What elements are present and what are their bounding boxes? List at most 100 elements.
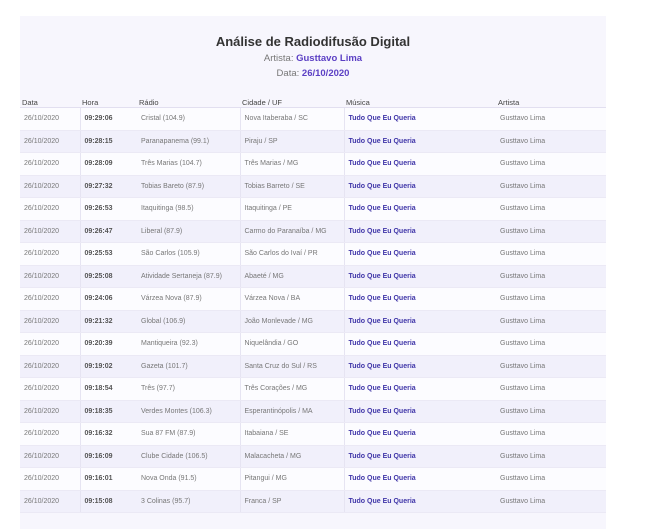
cell-radio: Sua 87 FM (87.9)	[137, 422, 241, 446]
cell-cidade: Nova Itaberaba / SC	[240, 107, 345, 131]
table-row: 26/10/2020 09:15:08 3 Colinas (95.7) Franca…	[20, 490, 606, 513]
cell-data: 26/10/2020	[20, 197, 81, 221]
cell-data: 26/10/2020	[20, 355, 81, 378]
cell-cidade: Santa Cruz do Sul / RS	[240, 355, 345, 378]
cell-cidade: Niquelândia / GO	[240, 332, 345, 356]
cell-radio: Gazeta (101.7)	[137, 355, 241, 378]
table-row: 26/10/2020 09:25:53 São Carlos (105.9) São …	[20, 242, 606, 266]
cell-artista: Gusttavo Lima	[496, 310, 606, 333]
cell-radio: Tobias Bareto (87.9)	[137, 175, 241, 198]
cell-hora: 09:28:09	[80, 152, 137, 176]
cell-musica: Tudo Que Eu Queria	[344, 287, 496, 311]
cell-musica: Tudo Que Eu Queria	[344, 107, 496, 131]
cell-radio: Mantiqueira (92.3)	[137, 332, 241, 356]
column-header-data: Data	[20, 97, 80, 108]
cell-data: 26/10/2020	[20, 265, 81, 288]
cell-radio: Três Marias (104.7)	[137, 152, 241, 176]
cell-cidade: São Carlos do Ivaí / PR	[240, 242, 345, 266]
cell-data: 26/10/2020	[20, 220, 81, 243]
cell-artista: Gusttavo Lima	[496, 377, 606, 401]
table-row: 26/10/2020 09:24:06 Várzea Nova (87.9) Várz…	[20, 287, 606, 311]
cell-data: 26/10/2020	[20, 400, 81, 423]
cell-cidade: Franca / SP	[240, 490, 345, 513]
cell-artista: Gusttavo Lima	[496, 107, 606, 131]
cell-artista: Gusttavo Lima	[496, 242, 606, 266]
cell-artista: Gusttavo Lima	[496, 467, 606, 491]
cell-radio: Várzea Nova (87.9)	[137, 287, 241, 311]
cell-musica: Tudo Que Eu Queria	[344, 175, 496, 198]
cell-cidade: Itaquitinga / PE	[240, 197, 345, 221]
date-value: 26/10/2020	[301, 68, 350, 79]
cell-cidade: Piraju / SP	[240, 130, 345, 153]
table-row: 26/10/2020 09:16:01 Nova Onda (91.5) Pitang…	[20, 467, 606, 491]
artist-label: Artista:	[263, 53, 294, 64]
cell-hora: 09:16:32	[80, 422, 137, 446]
cell-artista: Gusttavo Lima	[496, 287, 606, 311]
cell-hora: 09:20:39	[80, 332, 137, 356]
cell-artista: Gusttavo Lima	[496, 355, 606, 378]
table-row: 26/10/2020 09:18:54 Três (97.7) Três Coraçõ…	[20, 377, 606, 401]
table-row: 26/10/2020 09:29:06 Cristal (104.9) Nova It…	[20, 107, 606, 131]
table-row: 26/10/2020 09:16:09 Clube Cidade (106.5) Ma…	[20, 445, 606, 468]
cell-cidade: Esperantinópolis / MA	[240, 400, 345, 423]
cell-cidade: Malacacheta / MG	[240, 445, 345, 468]
cell-artista: Gusttavo Lima	[496, 445, 606, 468]
column-header-hora: Hora	[80, 97, 137, 108]
cell-musica: Tudo Que Eu Queria	[344, 242, 496, 266]
cell-data: 26/10/2020	[20, 332, 81, 356]
cell-cidade: Várzea Nova / BA	[240, 287, 345, 311]
table-row: 26/10/2020 09:28:15 Paranapanema (99.1) Pir…	[20, 130, 606, 153]
table-row: 26/10/2020 09:16:32 Sua 87 FM (87.9) Itabai…	[20, 422, 606, 446]
cell-hora: 09:28:15	[80, 130, 137, 153]
table-row: 26/10/2020 09:20:39 Mantiqueira (92.3) Niqu…	[20, 332, 606, 356]
cell-artista: Gusttavo Lima	[496, 400, 606, 423]
cell-cidade: Três Corações / MG	[240, 377, 345, 401]
cell-musica: Tudo Que Eu Queria	[344, 467, 496, 491]
cell-musica: Tudo Que Eu Queria	[344, 152, 496, 176]
date-label: Data:	[276, 68, 300, 79]
cell-radio: Atividade Sertaneja (87.9)	[137, 265, 241, 288]
cell-radio: São Carlos (105.9)	[137, 242, 241, 266]
cell-musica: Tudo Que Eu Queria	[344, 197, 496, 221]
cell-musica: Tudo Que Eu Queria	[344, 490, 496, 513]
column-header-musica: Música	[344, 97, 496, 108]
table-row: 26/10/2020 09:27:32 Tobias Bareto (87.9) To…	[20, 175, 606, 198]
cell-cidade: Abaeté / MG	[240, 265, 345, 288]
cell-data: 26/10/2020	[20, 107, 81, 131]
date-line: Data: 26/10/2020	[20, 68, 606, 79]
cell-data: 26/10/2020	[20, 445, 81, 468]
cell-radio: Verdes Montes (106.3)	[137, 400, 241, 423]
table-row: 26/10/2020 09:28:09 Três Marias (104.7) Trê…	[20, 152, 606, 176]
column-header-radio: Rádio	[137, 97, 240, 108]
table-row: 26/10/2020 09:25:08 Atividade Sertaneja (8…	[20, 265, 606, 288]
cell-artista: Gusttavo Lima	[496, 130, 606, 153]
cell-artista: Gusttavo Lima	[496, 175, 606, 198]
cell-artista: Gusttavo Lima	[496, 265, 606, 288]
cell-hora: 09:19:02	[80, 355, 137, 378]
cell-radio: Liberal (87.9)	[137, 220, 241, 243]
cell-cidade: Carmo do Paranaíba / MG	[240, 220, 345, 243]
table-header-row: Data Hora Rádio Cidade / UF Música Artis…	[20, 97, 606, 108]
cell-data: 26/10/2020	[20, 467, 81, 491]
cell-hora: 09:25:53	[80, 242, 137, 266]
cell-musica: Tudo Que Eu Queria	[344, 310, 496, 333]
cell-hora: 09:18:54	[80, 377, 137, 401]
cell-cidade: João Monlevade / MG	[240, 310, 345, 333]
cell-musica: Tudo Que Eu Queria	[344, 445, 496, 468]
cell-data: 26/10/2020	[20, 152, 81, 176]
column-header-artista: Artista	[496, 97, 606, 108]
table-row: 26/10/2020 09:26:53 Itaquitinga (98.5) Itaq…	[20, 197, 606, 221]
column-header-cidade: Cidade / UF	[240, 97, 344, 108]
report-sheet: Análise de Radiodifusão Digital Artista:…	[20, 16, 606, 529]
cell-radio: Paranapanema (99.1)	[137, 130, 241, 153]
cell-hora: 09:26:53	[80, 197, 137, 221]
cell-cidade: Tobias Barreto / SE	[240, 175, 345, 198]
cell-data: 26/10/2020	[20, 242, 81, 266]
cell-musica: Tudo Que Eu Queria	[344, 220, 496, 243]
cell-data: 26/10/2020	[20, 310, 81, 333]
cell-hora: 09:24:06	[80, 287, 137, 311]
cell-radio: Clube Cidade (106.5)	[137, 445, 241, 468]
cell-artista: Gusttavo Lima	[496, 332, 606, 356]
cell-artista: Gusttavo Lima	[496, 197, 606, 221]
table-row: 26/10/2020 09:26:47 Liberal (87.9) Carmo do…	[20, 220, 606, 243]
